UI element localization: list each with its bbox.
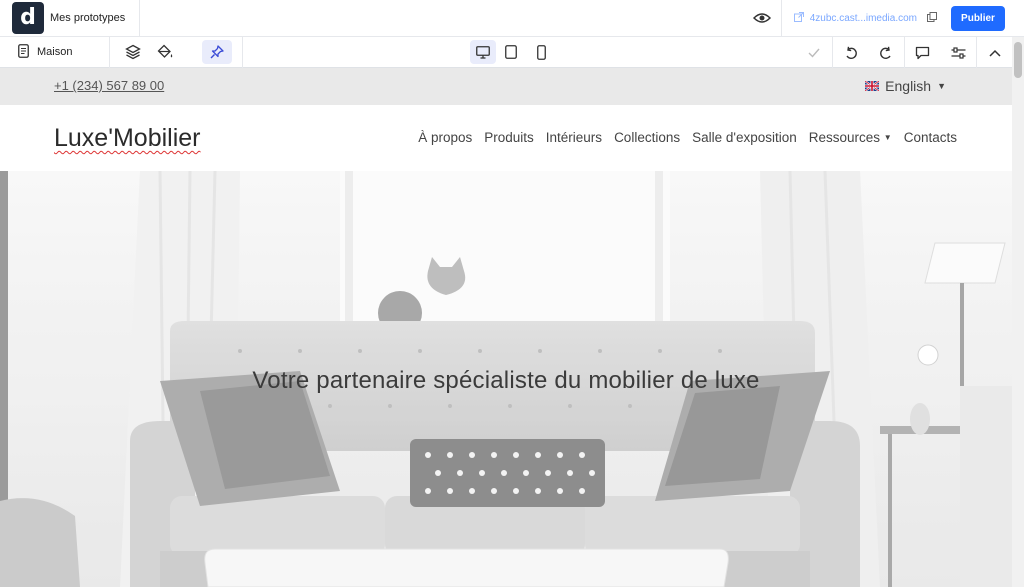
- logo-d-icon[interactable]: d: [12, 2, 44, 34]
- phone-link[interactable]: +1 (234) 567 89 00: [54, 78, 164, 93]
- paint-bucket-icon[interactable]: [150, 37, 180, 68]
- url-text: 4zubc.cast...imedia.com: [809, 12, 917, 24]
- chevron-up-icon[interactable]: [976, 37, 1012, 68]
- site-brand[interactable]: Luxe'Mobilier: [54, 124, 201, 153]
- publish-button[interactable]: Publier: [951, 5, 1005, 31]
- copy-icon[interactable]: [927, 11, 937, 25]
- desktop-icon[interactable]: [470, 40, 496, 64]
- language-selector[interactable]: English ▼: [865, 78, 946, 94]
- menu-item-produits[interactable]: Produits: [484, 130, 534, 145]
- website-canvas[interactable]: +1 (234) 567 89 00 English ▼ Luxe'Mobili…: [0, 68, 1012, 587]
- page-name: Maison: [37, 46, 73, 58]
- external-link-icon: [793, 11, 804, 25]
- pin-icon: [202, 40, 232, 64]
- logo-letter: d: [20, 5, 36, 30]
- comment-icon[interactable]: [904, 37, 940, 68]
- tablet-icon[interactable]: [496, 40, 526, 64]
- caret-down-icon: ▼: [883, 133, 892, 142]
- menu-item-interieurs[interactable]: Intérieurs: [546, 130, 602, 145]
- page-icon: [18, 43, 29, 61]
- mobile-icon[interactable]: [526, 40, 556, 64]
- site-menu: À propos Produits Intérieurs Collections…: [418, 130, 957, 145]
- menu-item-salle-exposition[interactable]: Salle d'exposition: [692, 130, 797, 145]
- menu-item-contacts[interactable]: Contacts: [904, 130, 957, 145]
- menu-item-ressources-label: Ressources: [808, 130, 881, 145]
- caret-down-icon: ▼: [937, 81, 946, 91]
- layers-icon[interactable]: [118, 37, 148, 68]
- pin-tool[interactable]: [202, 37, 232, 68]
- site-topbar: +1 (234) 567 89 00 English ▼: [0, 68, 1012, 105]
- page-selector[interactable]: Maison: [0, 36, 110, 68]
- site-header: Luxe'Mobilier À propos Produits Intérieu…: [0, 105, 1012, 171]
- editor-topbar: d Mes prototypes 4zubc.cast...imedia.com…: [0, 0, 1024, 37]
- canvas-scrollbar[interactable]: [1012, 37, 1024, 587]
- hero-section: Votre partenaire spécialiste du mobilier…: [0, 171, 1012, 587]
- sliders-icon[interactable]: [940, 37, 976, 68]
- project-title[interactable]: Mes prototypes: [50, 0, 141, 37]
- eye-icon[interactable]: [743, 0, 781, 37]
- redo-icon[interactable]: [868, 37, 904, 68]
- editor-toolbar: Maison: [0, 36, 1012, 68]
- menu-item-ressources[interactable]: Ressources ▼: [809, 130, 892, 145]
- check-icon[interactable]: [796, 37, 832, 68]
- scrollbar-thumb[interactable]: [1014, 42, 1022, 78]
- site-url[interactable]: 4zubc.cast...imedia.com: [780, 0, 947, 37]
- menu-item-collections[interactable]: Collections: [614, 130, 680, 145]
- menu-item-a-propos[interactable]: À propos: [418, 130, 472, 145]
- language-label: English: [885, 78, 932, 94]
- uk-flag-icon: [865, 81, 880, 91]
- hero-headline: Votre partenaire spécialiste du mobilier…: [252, 367, 760, 394]
- undo-icon[interactable]: [832, 37, 868, 68]
